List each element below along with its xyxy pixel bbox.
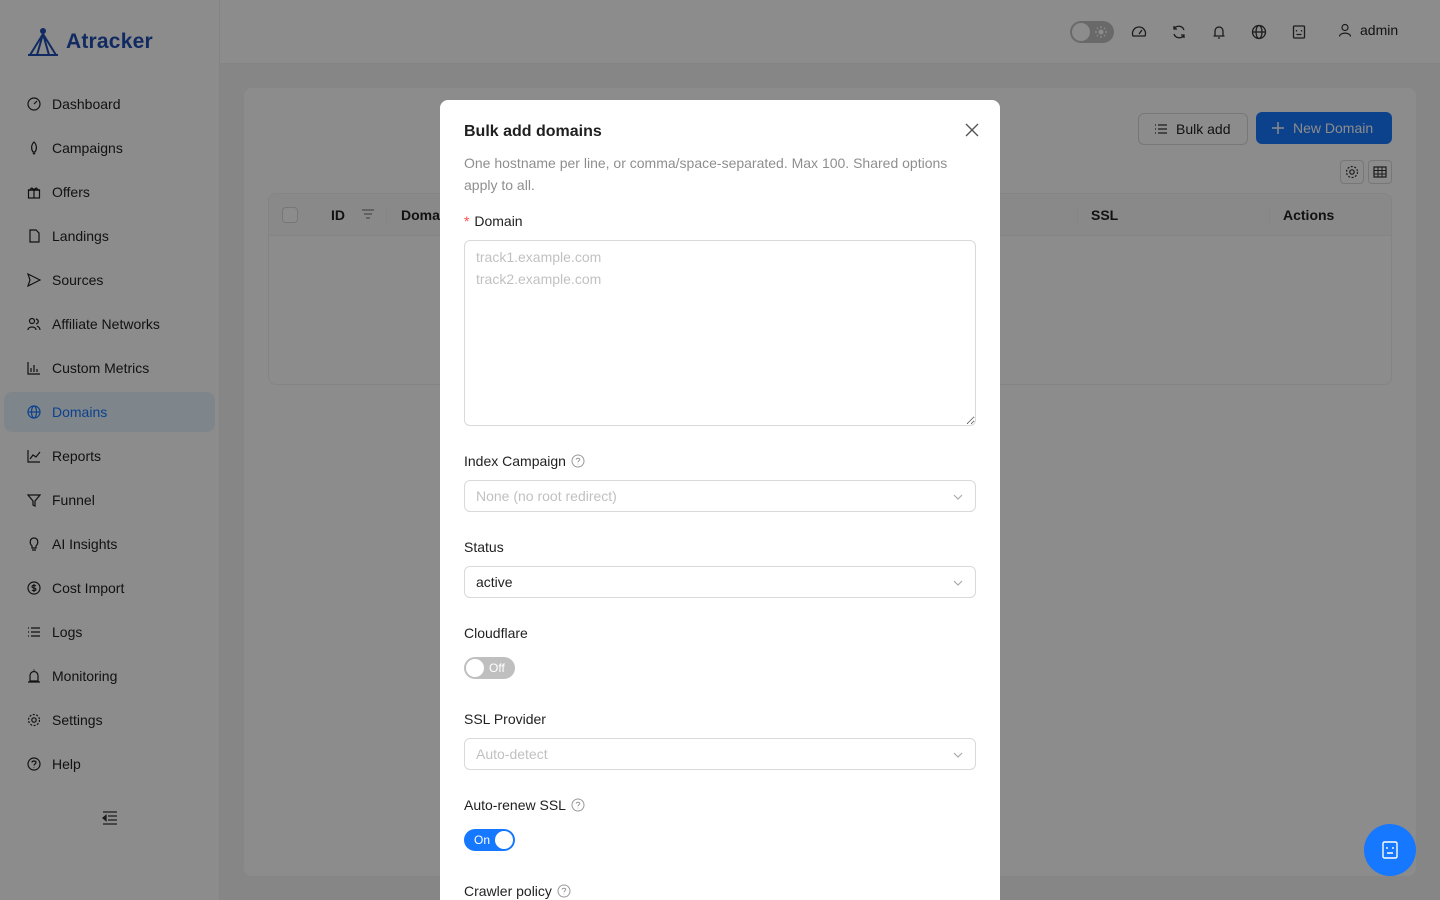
status-select[interactable]: active	[464, 566, 976, 598]
switch-text: On	[474, 833, 491, 847]
question-circle-icon[interactable]	[571, 798, 585, 812]
required-mark: *	[464, 213, 470, 229]
chevron-down-icon	[953, 494, 963, 500]
modal-description: One hostname per line, or comma/space-se…	[464, 155, 948, 193]
crawler-policy-label: Crawler policy	[464, 883, 571, 899]
ssl-provider-label: SSL Provider	[464, 711, 546, 727]
select-placeholder: None (no root redirect)	[476, 488, 617, 504]
assistant-button[interactable]	[1364, 824, 1416, 876]
index-campaign-select[interactable]: None (no root redirect)	[464, 480, 976, 512]
robot-icon	[1382, 841, 1398, 859]
close-icon[interactable]	[962, 120, 982, 140]
auto-renew-label: Auto-renew SSL	[464, 797, 585, 813]
modal-title: Bulk add domains	[464, 123, 602, 140]
auto-renew-switch[interactable]: On	[464, 829, 515, 851]
cloudflare-switch[interactable]: Off	[464, 657, 515, 679]
select-placeholder: Auto-detect	[476, 746, 548, 762]
domain-textarea[interactable]	[464, 240, 976, 426]
question-circle-icon[interactable]	[557, 884, 571, 898]
status-label: Status	[464, 539, 504, 555]
cloudflare-label: Cloudflare	[464, 625, 528, 641]
chevron-down-icon	[953, 752, 963, 758]
domain-label: * Domain	[464, 213, 523, 229]
chevron-down-icon	[953, 580, 963, 586]
switch-knob	[466, 659, 484, 677]
ssl-provider-select[interactable]: Auto-detect	[464, 738, 976, 770]
index-campaign-label: Index Campaign	[464, 453, 585, 469]
bulk-add-modal: Bulk add domains One hostname per line, …	[440, 100, 1000, 900]
question-circle-icon[interactable]	[571, 454, 585, 468]
switch-knob	[495, 831, 513, 849]
select-value: active	[476, 574, 513, 590]
switch-text: Off	[489, 661, 505, 675]
